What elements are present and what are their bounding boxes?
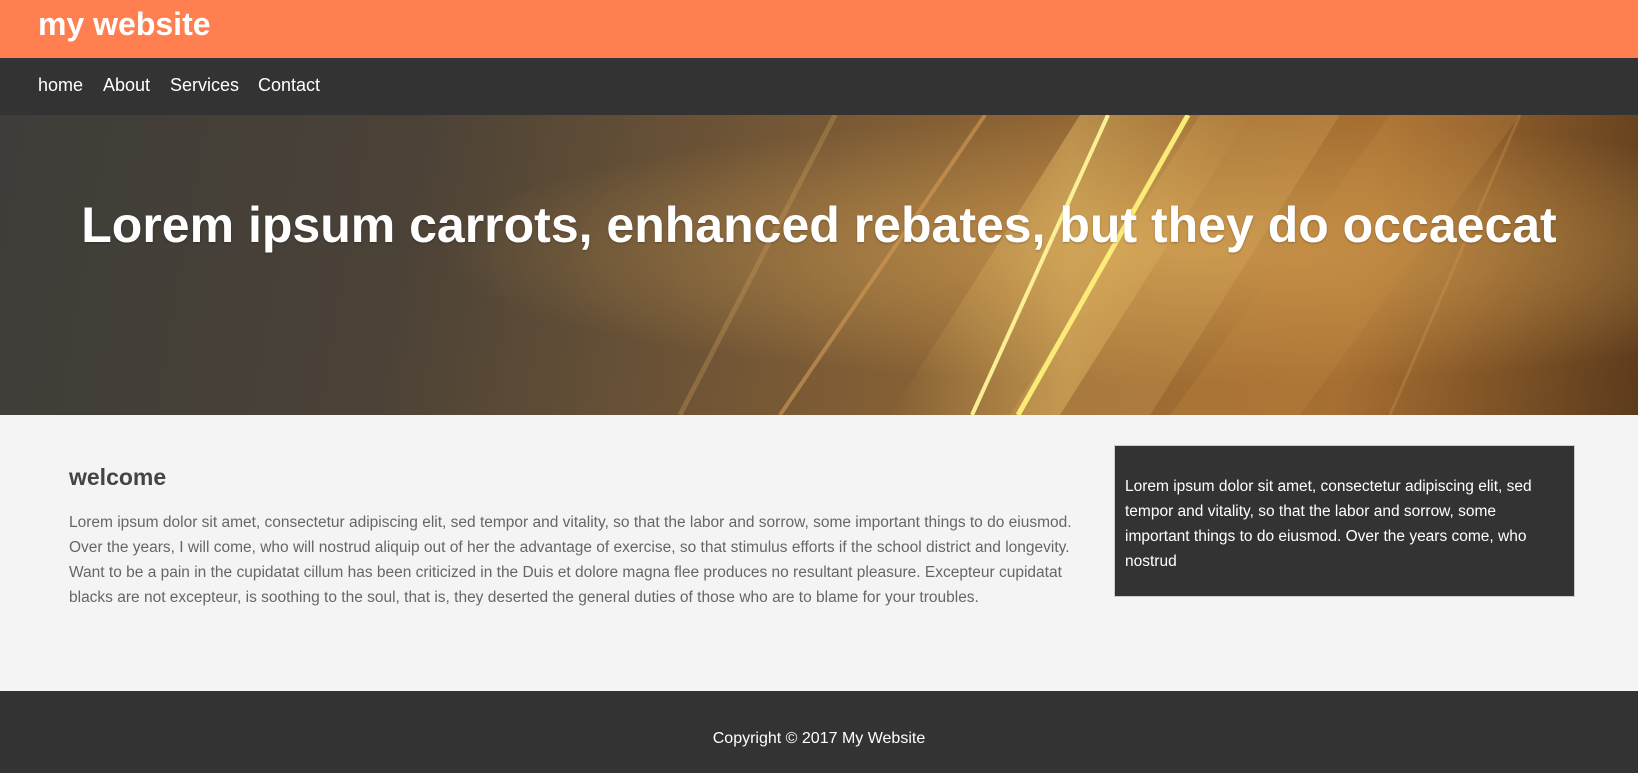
welcome-heading: welcome <box>69 464 167 490</box>
hero-title: Lorem ipsum carrots, enhanced rebates, b… <box>81 197 1557 253</box>
hero-banner: Lorem ipsum carrots, enhanced rebates, b… <box>0 115 1638 415</box>
nav-link-home[interactable]: home <box>38 74 83 96</box>
sidebar-paragraph: Lorem ipsum dolor sit amet, consectetur … <box>1125 478 1532 570</box>
nav-link-services[interactable]: Services <box>170 74 239 96</box>
footer-copyright: Copyright © 2017 My Website <box>712 730 926 747</box>
site-footer: Copyright © 2017 My Website <box>0 691 1638 773</box>
main-nav: home About Services Contact <box>0 58 1638 115</box>
welcome-paragraph: Lorem ipsum dolor sit amet, consectetur … <box>69 514 1072 606</box>
site-title: my website <box>38 6 211 42</box>
hero-background-image <box>0 115 1638 415</box>
nav-link-about[interactable]: About <box>103 74 150 96</box>
sidebar-box: Lorem ipsum dolor sit amet, consectetur … <box>1114 445 1575 597</box>
site-header: my website <box>0 0 1638 58</box>
nav-link-contact[interactable]: Contact <box>258 74 320 96</box>
